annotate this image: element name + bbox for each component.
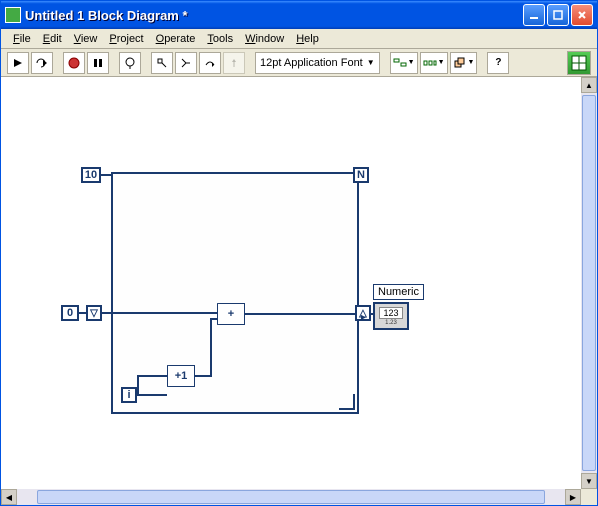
menu-view[interactable]: View [68,31,104,47]
run-arrow-icon [12,57,24,69]
wire[interactable] [102,312,217,314]
loop-n-terminal[interactable]: N [353,167,369,183]
indicator-subvalue: 1.23 [385,320,397,326]
wire[interactable] [137,394,167,396]
application-window: Untitled 1 Block Diagram * File Edit Vie… [0,0,598,506]
toolbar: 12pt Application Font ▼ ▼ ▼ ▼ ? [1,49,597,77]
minimize-icon [529,10,539,20]
menu-file[interactable]: File [7,31,37,47]
scroll-track[interactable] [581,93,597,473]
stop-icon [68,57,80,69]
menu-operate[interactable]: Operate [150,31,202,47]
context-help-button[interactable]: ? [487,52,509,74]
font-selector[interactable]: 12pt Application Font ▼ [255,52,380,74]
menubar: File Edit View Project Operate Tools Win… [1,29,597,49]
shift-register-left[interactable]: ▽ [86,305,102,321]
step-over-button[interactable] [199,52,221,74]
run-button[interactable] [7,52,29,74]
scroll-up-button[interactable]: ▲ [581,77,597,93]
highlight-execution-button[interactable] [119,52,141,74]
step-into-button[interactable] [175,52,197,74]
align-icon [393,57,407,69]
vi-icon-glyph [570,54,588,72]
indicator-label[interactable]: Numeric [373,284,424,300]
probe-icon [156,57,168,69]
window-title: Untitled 1 Block Diagram * [25,8,521,23]
lightbulb-icon [124,57,136,69]
wire[interactable] [210,318,212,376]
dropdown-arrow-icon: ▼ [468,59,475,66]
run-loop-icon [35,57,49,69]
step-out-button[interactable] [223,52,245,74]
add-node[interactable]: + [217,303,245,325]
abort-button[interactable] [63,52,85,74]
menu-window[interactable]: Window [239,31,290,47]
scroll-track[interactable] [17,489,565,505]
reorder-button[interactable]: ▼ [450,52,478,74]
app-icon [5,7,21,23]
wire[interactable] [244,313,356,315]
shift-register-init-constant[interactable]: 0 [61,305,79,321]
menu-project[interactable]: Project [103,31,149,47]
vi-icon[interactable] [567,51,591,75]
maximize-icon [553,10,563,20]
pause-button[interactable] [87,52,109,74]
maximize-button[interactable] [547,4,569,26]
minimize-button[interactable] [523,4,545,26]
pause-icon [92,57,104,69]
wire[interactable] [137,375,167,377]
scroll-corner [581,489,597,505]
align-objects-button[interactable]: ▼ [390,52,418,74]
wire[interactable] [79,312,87,314]
data-flow-arrow-icon: ▸ [361,312,366,323]
dropdown-arrow-icon: ▼ [438,59,445,66]
block-diagram-canvas[interactable]: 10 N i 0 ▽ △ + +1 ▸ Numeric 123 [1,77,581,489]
font-label: 12pt Application Font [260,57,363,69]
step-over-icon [204,57,216,69]
step-into-icon [180,57,192,69]
close-button[interactable] [571,4,593,26]
close-icon [577,10,587,20]
distribute-icon [423,57,437,69]
indicator-terminal[interactable]: 123 1.23 [373,302,409,330]
dropdown-arrow-icon: ▼ [367,58,375,67]
scroll-right-button[interactable]: ▶ [565,489,581,505]
dropdown-arrow-icon: ▼ [408,59,415,66]
numeric-indicator[interactable]: ▸ Numeric 123 1.23 [373,284,424,330]
reorder-icon [453,57,467,69]
scroll-thumb[interactable] [37,490,545,504]
wire[interactable] [101,174,111,176]
for-loop-structure[interactable] [111,172,359,414]
help-icon: ? [495,57,501,68]
scroll-down-button[interactable]: ▼ [581,473,597,489]
vertical-scrollbar[interactable]: ▲ ▼ [581,77,597,489]
increment-node[interactable]: +1 [167,365,195,387]
content-area: 10 N i 0 ▽ △ + +1 ▸ Numeric 123 [1,77,597,505]
menu-tools[interactable]: Tools [201,31,239,47]
wire[interactable] [210,318,218,320]
wire[interactable] [137,375,139,395]
titlebar[interactable]: Untitled 1 Block Diagram * [1,1,597,29]
loop-count-constant[interactable]: 10 [81,167,101,183]
indicator-value: 123 [379,307,402,319]
horizontal-scrollbar[interactable]: ◀ ▶ [1,489,581,505]
run-continuously-button[interactable] [31,52,53,74]
menu-help[interactable]: Help [290,31,325,47]
step-out-icon [228,57,240,69]
scroll-left-button[interactable]: ◀ [1,489,17,505]
distribute-objects-button[interactable]: ▼ [420,52,448,74]
menu-edit[interactable]: Edit [37,31,68,47]
retain-wire-values-button[interactable] [151,52,173,74]
scroll-thumb[interactable] [582,95,596,471]
loop-i-terminal[interactable]: i [121,387,137,403]
